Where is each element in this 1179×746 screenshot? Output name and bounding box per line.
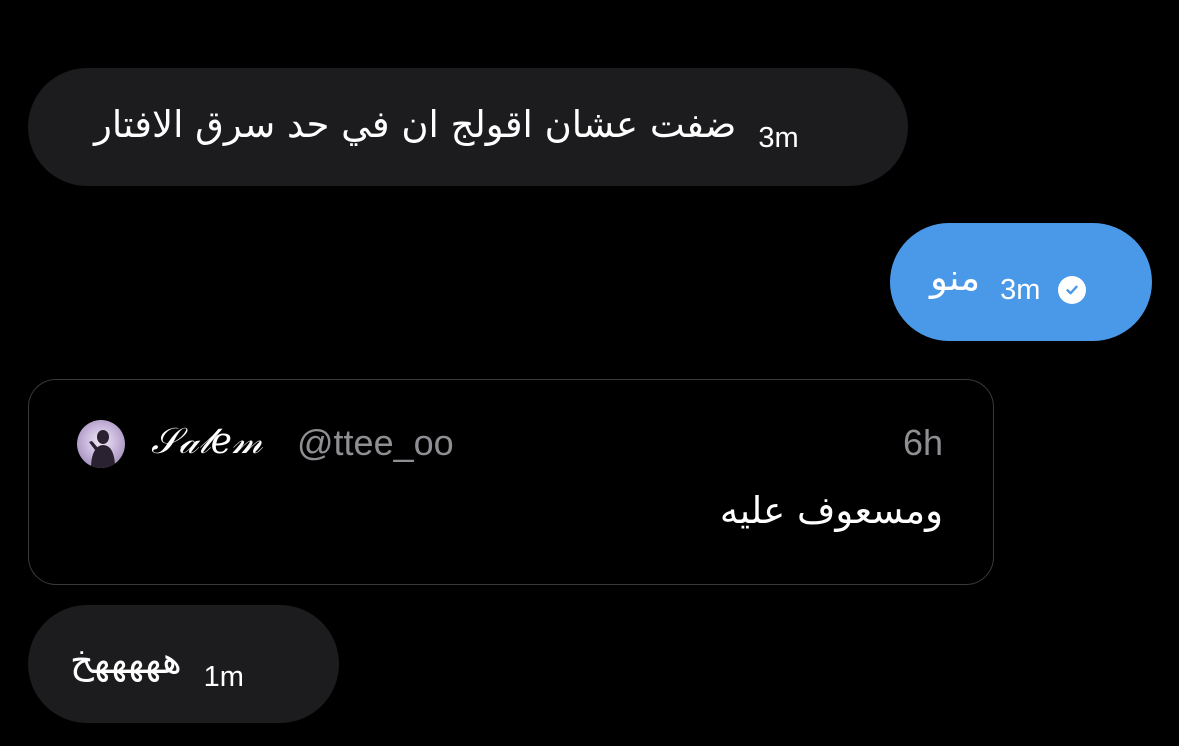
quoted-post-text: ومسعوف عليه [719,489,943,532]
message-text: منو [930,255,981,299]
quoted-handle[interactable]: @ttee_oo [297,425,454,461]
message-bubble-incoming[interactable]: ضفت عشان اقولج ان في حد سرق الافتار 3m [28,68,908,186]
chat-screen: ضفت عشان اقولج ان في حد سرق الافتار 3m م… [0,0,1179,746]
message-bubble-incoming[interactable]: هههههخ 1m [28,605,339,723]
message-text: ضفت عشان اقولج ان في حد سرق الافتار [94,102,737,146]
read-check-icon [1058,276,1087,304]
message-text: هههههخ [70,638,182,682]
message-timestamp: 3m [758,121,799,154]
quoted-post-card[interactable]: 𝒮𝒶𝓁𝑒𝓂 @ttee_oo 6h ومسعوف عليه [28,379,994,585]
profile-avatar[interactable] [77,420,125,468]
quoted-timestamp: 6h [902,422,943,463]
quoted-display-name[interactable]: 𝒮𝒶𝓁𝑒𝓂 [151,424,262,460]
message-timestamp: 1m [203,660,244,693]
message-timestamp: 3m [1000,273,1041,306]
message-bubble-outgoing[interactable]: منو 3m [890,223,1152,341]
